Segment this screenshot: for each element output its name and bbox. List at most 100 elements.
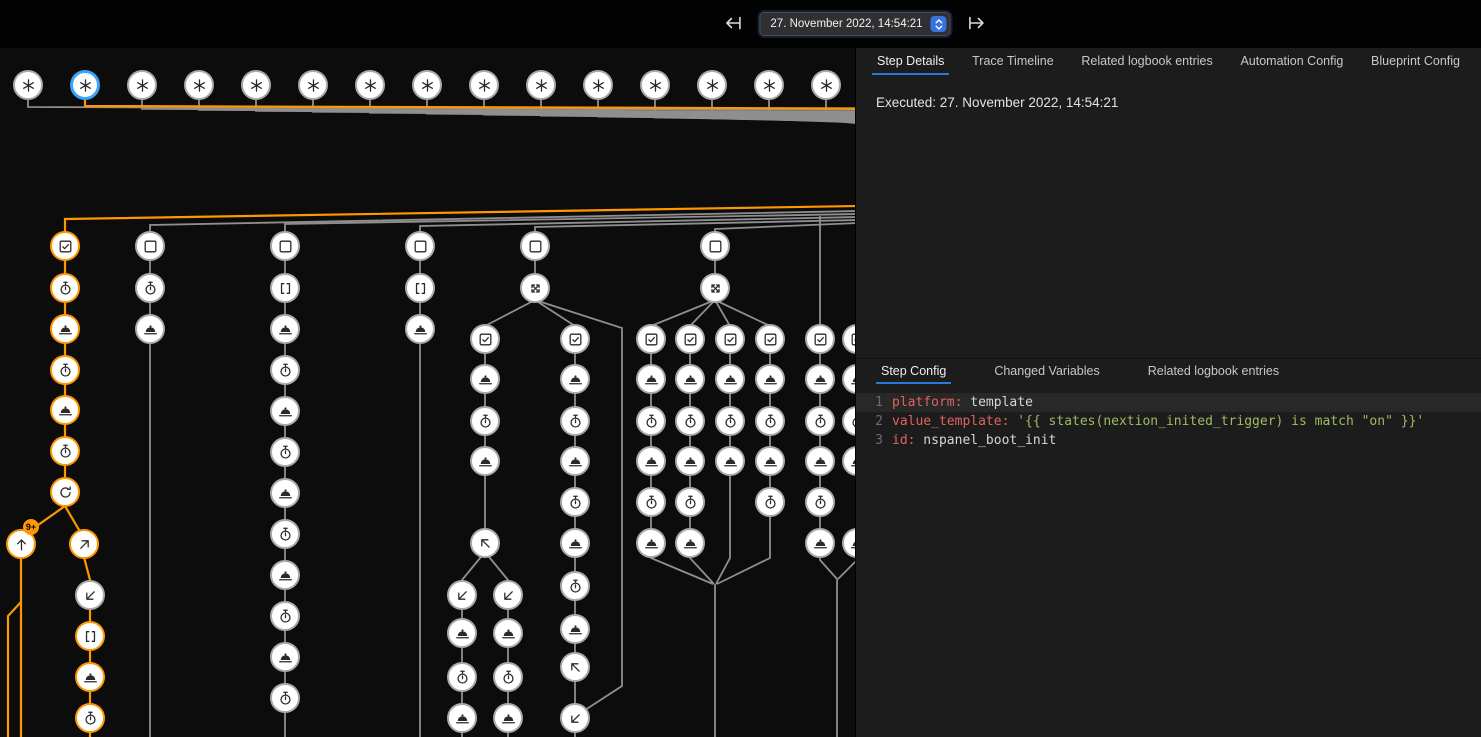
- graph-node-timer[interactable]: [636, 406, 666, 436]
- graph-node-timer[interactable]: [560, 487, 590, 517]
- graph-node-asterisk[interactable]: [127, 70, 157, 100]
- graph-node-timer[interactable]: [560, 406, 590, 436]
- graph-node-tray[interactable]: [755, 446, 785, 476]
- graph-node-arrow-up-left[interactable]: [560, 652, 590, 682]
- graph-node-tray[interactable]: [805, 528, 835, 558]
- graph-node-tray[interactable]: [560, 614, 590, 644]
- graph-node-tray[interactable]: [636, 528, 666, 558]
- graph-node-timer[interactable]: [50, 436, 80, 466]
- graph-node-tray[interactable]: [270, 478, 300, 508]
- graph-node-tray[interactable]: [447, 618, 477, 648]
- graph-node-timer[interactable]: [755, 487, 785, 517]
- graph-node-tray[interactable]: [636, 446, 666, 476]
- graph-node-tray[interactable]: [270, 396, 300, 426]
- graph-node-shuffle[interactable]: [700, 273, 730, 303]
- graph-node-checkbox-marked[interactable]: [755, 324, 785, 354]
- graph-node-tray[interactable]: [270, 314, 300, 344]
- graph-node-checkbox-marked[interactable]: [50, 231, 80, 261]
- graph-node-tray[interactable]: [715, 446, 745, 476]
- graph-node-timer[interactable]: [842, 406, 855, 436]
- graph-node-checkbox-marked[interactable]: [675, 324, 705, 354]
- graph-node-asterisk[interactable]: [469, 70, 499, 100]
- graph-node-tray[interactable]: [805, 446, 835, 476]
- graph-node-tray[interactable]: [270, 560, 300, 590]
- graph-node-tray[interactable]: [560, 528, 590, 558]
- graph-node-tray[interactable]: [755, 364, 785, 394]
- graph-node-timer[interactable]: [135, 273, 165, 303]
- graph-node-tray[interactable]: [675, 446, 705, 476]
- graph-node-tray[interactable]: [493, 618, 523, 648]
- graph-node-checkbox-marked[interactable]: [560, 324, 590, 354]
- tab-blueprint-config[interactable]: Blueprint Config: [1366, 48, 1465, 75]
- graph-node-asterisk[interactable]: [70, 70, 100, 100]
- graph-node-asterisk[interactable]: [13, 70, 43, 100]
- graph-node-timer[interactable]: [470, 406, 500, 436]
- graph-node-arrow-up-right[interactable]: [69, 529, 99, 559]
- graph-node-tray[interactable]: [470, 446, 500, 476]
- graph-node-tray[interactable]: [447, 703, 477, 733]
- graph-node-tray[interactable]: [675, 364, 705, 394]
- graph-node-code-brackets[interactable]: [75, 621, 105, 651]
- graph-node-refresh[interactable]: [50, 477, 80, 507]
- graph-node-tray[interactable]: [842, 446, 855, 476]
- graph-node-arrow-down-left[interactable]: [447, 580, 477, 610]
- graph-node-timer[interactable]: [755, 406, 785, 436]
- graph-node-checkbox-blank[interactable]: [700, 231, 730, 261]
- tab-automation-config[interactable]: Automation Config: [1235, 48, 1348, 75]
- graph-node-checkbox-blank[interactable]: [135, 231, 165, 261]
- graph-node-tray[interactable]: [405, 314, 435, 344]
- graph-node-code-brackets[interactable]: [270, 273, 300, 303]
- graph-node-asterisk[interactable]: [697, 70, 727, 100]
- graph-node-tray[interactable]: [842, 364, 855, 394]
- graph-node-timer[interactable]: [270, 683, 300, 713]
- graph-node-checkbox-marked[interactable]: [715, 324, 745, 354]
- graph-node-timer[interactable]: [715, 406, 745, 436]
- graph-node-timer[interactable]: [50, 355, 80, 385]
- graph-node-asterisk[interactable]: [241, 70, 271, 100]
- graph-node-asterisk[interactable]: [526, 70, 556, 100]
- graph-node-checkbox-marked[interactable]: [470, 324, 500, 354]
- graph-node-arrow-down-left[interactable]: [493, 580, 523, 610]
- graph-node-checkbox-blank[interactable]: [270, 231, 300, 261]
- graph-node-checkbox-blank[interactable]: [520, 231, 550, 261]
- graph-node-tray[interactable]: [842, 528, 855, 558]
- graph-node-timer[interactable]: [50, 273, 80, 303]
- tab-step-details[interactable]: Step Details: [872, 48, 949, 75]
- graph-node-tray[interactable]: [675, 528, 705, 558]
- graph-node-timer[interactable]: [75, 703, 105, 733]
- graph-node-tray[interactable]: [715, 364, 745, 394]
- graph-node-timer[interactable]: [447, 662, 477, 692]
- previous-trace-button[interactable]: [720, 11, 746, 37]
- graph-node-tray[interactable]: [50, 314, 80, 344]
- graph-node-code-brackets[interactable]: [405, 273, 435, 303]
- graph-node-timer[interactable]: [805, 406, 835, 436]
- tab-changed-variables[interactable]: Changed Variables: [989, 359, 1104, 384]
- graph-node-timer[interactable]: [270, 355, 300, 385]
- graph-node-timer[interactable]: [675, 406, 705, 436]
- tab-step-config[interactable]: Step Config: [876, 359, 951, 384]
- graph-node-asterisk[interactable]: [583, 70, 613, 100]
- graph-node-tray[interactable]: [493, 703, 523, 733]
- graph-node-tray[interactable]: [50, 395, 80, 425]
- tab-related-logbook-entries[interactable]: Related logbook entries: [1143, 359, 1284, 384]
- graph-node-tray[interactable]: [560, 364, 590, 394]
- graph-node-asterisk[interactable]: [184, 70, 214, 100]
- graph-node-checkbox-marked[interactable]: [805, 324, 835, 354]
- graph-node-timer[interactable]: [270, 601, 300, 631]
- graph-node-timer[interactable]: [636, 487, 666, 517]
- graph-node-checkbox-marked[interactable]: [636, 324, 666, 354]
- trace-selector-dropdown[interactable]: 27. November 2022, 14:54:21: [759, 12, 950, 36]
- graph-node-arrow-up-left[interactable]: [470, 528, 500, 558]
- graph-node-checkbox-blank[interactable]: [405, 231, 435, 261]
- yaml-code-editor[interactable]: 1platform: template2value_template: '{{ …: [856, 393, 1481, 450]
- tab-trace-timeline[interactable]: Trace Timeline: [967, 48, 1059, 75]
- graph-node-asterisk[interactable]: [640, 70, 670, 100]
- graph-node-timer[interactable]: [493, 662, 523, 692]
- graph-node-asterisk[interactable]: [754, 70, 784, 100]
- graph-node-arrow-down-left[interactable]: [560, 703, 590, 733]
- graph-node-timer[interactable]: [270, 519, 300, 549]
- graph-node-timer[interactable]: [675, 487, 705, 517]
- tab-related-logbook-entries[interactable]: Related logbook entries: [1076, 48, 1217, 75]
- graph-node-asterisk[interactable]: [355, 70, 385, 100]
- graph-node-tray[interactable]: [470, 364, 500, 394]
